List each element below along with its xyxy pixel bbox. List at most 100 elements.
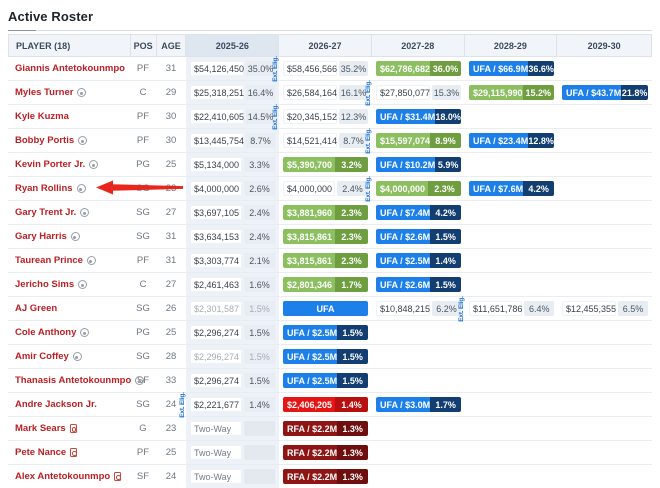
salary-cell bbox=[558, 273, 652, 296]
salary-pill: $62,786,68236.0% bbox=[376, 61, 461, 76]
player-cell: Kyle Kuzma bbox=[8, 105, 130, 128]
header-season-2029-30[interactable]: 2029-30 bbox=[557, 35, 651, 56]
cap-percentage: 8.7% bbox=[246, 133, 275, 148]
salary-value: UFA / $31.4M bbox=[376, 109, 435, 124]
age-value: 25 bbox=[156, 441, 186, 464]
contract-note-icon[interactable] bbox=[73, 352, 82, 361]
salary-pill: UFA / $7.4M4.2% bbox=[376, 205, 461, 220]
contract-note-icon[interactable] bbox=[71, 232, 80, 241]
player-name[interactable]: Andre Jackson Jr. bbox=[15, 399, 97, 410]
player-name[interactable]: Gary Harris bbox=[15, 231, 67, 242]
player-name[interactable]: Cole Anthony bbox=[15, 327, 76, 338]
salary-plain: $5,134,0003.3% bbox=[190, 157, 275, 172]
salary-value: Two-Way bbox=[190, 445, 242, 460]
salary-cell: RFA / $2.2M1.3% bbox=[279, 465, 372, 488]
player-name[interactable]: Kyle Kuzma bbox=[15, 111, 69, 122]
salary-cell bbox=[558, 393, 652, 416]
position-value: PF bbox=[130, 441, 156, 464]
player-cell: Ryan Rollins bbox=[8, 177, 130, 200]
salary-value: $3,881,960 bbox=[283, 205, 335, 220]
cap-percentage: 2.4% bbox=[244, 229, 275, 244]
contract-note-icon[interactable] bbox=[77, 184, 86, 193]
age-value: 23 bbox=[156, 417, 186, 440]
contract-note-icon[interactable] bbox=[78, 136, 87, 145]
salary-cell bbox=[465, 369, 558, 392]
salary-plain: $4,000,0002.4% bbox=[283, 181, 368, 196]
cap-percentage: 2.3% bbox=[428, 181, 461, 196]
player-name[interactable]: Myles Turner bbox=[15, 87, 73, 98]
contract-note-icon[interactable] bbox=[80, 328, 89, 337]
cap-percentage: 1.5% bbox=[244, 349, 275, 364]
cap-percentage: 12.8% bbox=[528, 133, 554, 148]
contract-note-icon[interactable] bbox=[89, 160, 98, 169]
table-row: Andre Jackson Jr.SG24Ext. Elig.$2,221,67… bbox=[8, 393, 652, 417]
salary-value: $27,850,077 bbox=[376, 85, 430, 100]
salary-cell: $5,390,7003.2% bbox=[279, 153, 372, 176]
cap-percentage: 1.4% bbox=[335, 397, 368, 412]
salary-pill: UFA / $2.6M1.5% bbox=[376, 229, 461, 244]
salary-cell: Ext. Elig.$58,456,56635.2% bbox=[279, 57, 372, 80]
player-name[interactable]: Bobby Portis bbox=[15, 135, 74, 146]
salary-cell bbox=[465, 321, 558, 344]
two-way-contract-icon[interactable] bbox=[70, 448, 77, 457]
cap-percentage: 2.4% bbox=[244, 205, 275, 220]
header-season-2027-28[interactable]: 2027-28 bbox=[372, 35, 465, 56]
salary-pill: $2,801,3461.7% bbox=[283, 277, 368, 292]
salary-plain: $3,697,1052.4% bbox=[190, 205, 275, 220]
extension-eligible-badge: Ext. Elig. bbox=[366, 176, 373, 201]
player-name[interactable]: Pete Nance bbox=[15, 447, 66, 458]
salary-plain: $11,651,7866.4% bbox=[469, 301, 554, 316]
cap-percentage bbox=[244, 469, 275, 484]
table-row: Kyle KuzmaPF30$22,410,60514.5%Ext. Elig.… bbox=[8, 105, 652, 129]
header-age[interactable]: AGE bbox=[157, 35, 187, 56]
player-name[interactable]: Alex Antetokounmpo bbox=[15, 471, 110, 482]
salary-cell: $12,455,3556.5% bbox=[558, 297, 652, 320]
header-pos[interactable]: POS bbox=[131, 35, 157, 56]
salary-cell: UFA / $7.6M4.2% bbox=[465, 177, 558, 200]
header-season-2025-26[interactable]: 2025-26 bbox=[186, 35, 279, 56]
cap-percentage: 1.4% bbox=[244, 397, 275, 412]
header-player[interactable]: PLAYER (18) bbox=[9, 35, 131, 56]
cap-percentage: 4.2% bbox=[430, 205, 461, 220]
player-name[interactable]: Thanasis Antetokounmpo bbox=[15, 375, 131, 386]
two-way-contract-icon[interactable] bbox=[70, 424, 77, 433]
player-cell: Alex Antetokounmpo bbox=[8, 465, 130, 488]
salary-value: $3,303,774 bbox=[190, 253, 242, 268]
salary-pill: UFA / $2.5M1.5% bbox=[283, 373, 368, 388]
salary-cell: Two-Way bbox=[186, 441, 279, 464]
salary-cell: $25,318,25116.4% bbox=[186, 81, 279, 104]
salary-cell: UFA / $31.4M18.0% bbox=[372, 105, 465, 128]
cap-percentage: 1.3% bbox=[337, 445, 368, 460]
salary-plain: $54,126,45035.0% bbox=[190, 61, 275, 76]
salary-cell: $2,801,3461.7% bbox=[279, 273, 372, 296]
player-name[interactable]: Jericho Sims bbox=[15, 279, 74, 290]
salary-pill: RFA / $2.2M1.3% bbox=[283, 445, 368, 460]
salary-value: $4,000,000 bbox=[376, 181, 428, 196]
header-season-2026-27[interactable]: 2026-27 bbox=[279, 35, 372, 56]
header-season-2028-29[interactable]: 2028-29 bbox=[465, 35, 558, 56]
player-name[interactable]: Amir Coffey bbox=[15, 351, 69, 362]
contract-note-icon[interactable] bbox=[80, 208, 89, 217]
player-name[interactable]: Ryan Rollins bbox=[15, 183, 73, 194]
salary-pill: $3,815,8612.3% bbox=[283, 229, 368, 244]
player-name[interactable]: Taurean Prince bbox=[15, 255, 83, 266]
contract-note-icon[interactable] bbox=[78, 280, 87, 289]
salary-cell: RFA / $2.2M1.3% bbox=[279, 441, 372, 464]
player-name[interactable]: AJ Green bbox=[15, 303, 57, 314]
salary-plain: $58,456,56635.2% bbox=[283, 61, 368, 76]
contract-note-icon[interactable] bbox=[77, 88, 86, 97]
player-name[interactable]: Giannis Antetokounmpo bbox=[15, 63, 125, 74]
two-way-contract-icon[interactable] bbox=[114, 472, 121, 481]
player-name[interactable]: Kevin Porter Jr. bbox=[15, 159, 85, 170]
salary-value: UFA / $2.5M bbox=[376, 253, 430, 268]
player-name[interactable]: Gary Trent Jr. bbox=[15, 207, 76, 218]
contract-note-icon[interactable] bbox=[87, 256, 96, 265]
salary-cell bbox=[558, 153, 652, 176]
salary-plain: $2,221,6771.4% bbox=[190, 397, 275, 412]
cap-percentage: 1.3% bbox=[337, 421, 368, 436]
player-name[interactable]: Mark Sears bbox=[15, 423, 66, 434]
salary-cell: Ext. Elig.$11,651,7866.4% bbox=[465, 297, 558, 320]
salary-value: UFA / $66.9M bbox=[469, 61, 528, 76]
extension-eligible-badge: Ext. Elig. bbox=[459, 296, 466, 321]
salary-plain: $4,000,0002.6% bbox=[190, 181, 275, 196]
